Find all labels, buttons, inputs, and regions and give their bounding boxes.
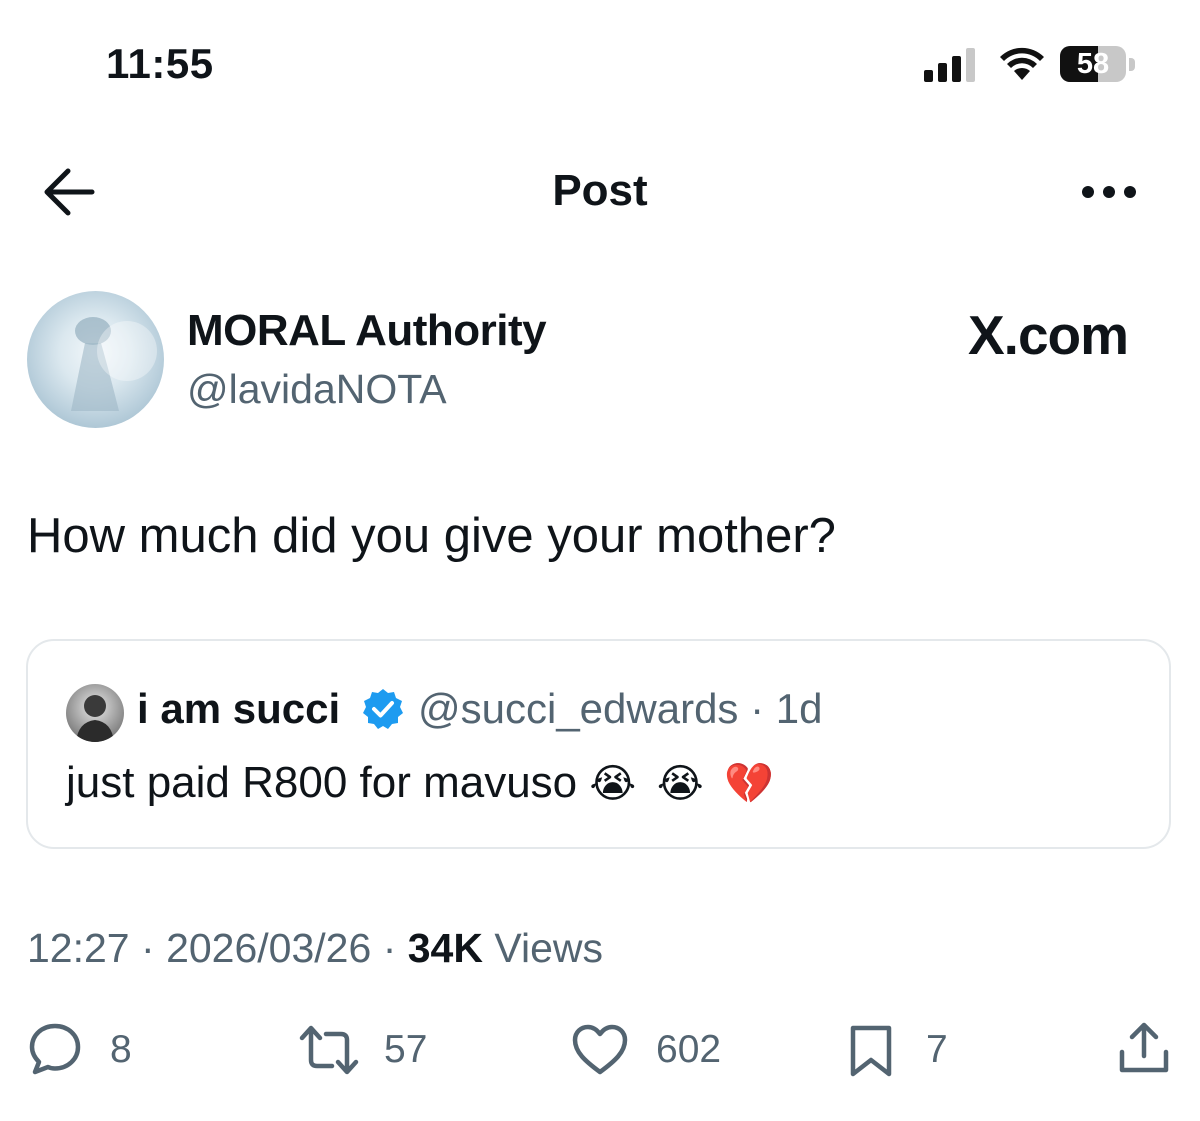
more-icon[interactable] — [1080, 180, 1138, 204]
quoted-post-card[interactable] — [26, 639, 1171, 849]
avatar-figure — [71, 317, 157, 411]
post-date: 2026/03/26 — [166, 925, 372, 971]
quoted-post-emojis: 😭 😭 💔 — [589, 761, 779, 807]
share-icon[interactable] — [1117, 1020, 1171, 1076]
post-time: 12:27 — [27, 925, 130, 971]
status-time: 11:55 — [106, 40, 214, 87]
quoted-author-handle[interactable]: @succi_edwards — [418, 685, 738, 732]
reply-count: 8 — [110, 1028, 132, 1071]
repost-icon[interactable] — [298, 1022, 360, 1078]
like-icon[interactable] — [571, 1022, 629, 1078]
quoted-handle-line: @succi_edwards · 1d — [418, 685, 823, 733]
verified-icon — [363, 689, 403, 729]
meta-separator: · — [382, 925, 397, 971]
bookmark-icon[interactable] — [845, 1022, 897, 1078]
battery-level: 58 — [1076, 48, 1110, 80]
author-avatar[interactable] — [27, 291, 164, 428]
post-text: How much did you give your mother? — [27, 509, 836, 563]
battery-icon: 58 — [1060, 46, 1138, 84]
post-meta: 12:27 · 2026/03/26 · 34K Views — [27, 925, 603, 972]
author-name[interactable]: MORAL Authority — [187, 306, 547, 356]
quoted-avatar-figure — [76, 695, 114, 742]
brand-watermark: X.com — [968, 304, 1129, 366]
quoted-post-age: 1d — [775, 685, 823, 732]
repost-count: 57 — [384, 1028, 428, 1071]
author-handle[interactable]: @lavidaNOTA — [187, 366, 447, 413]
battery-cap — [1129, 58, 1135, 71]
views-label: Views — [494, 925, 604, 971]
quoted-author-name[interactable]: i am succi — [137, 685, 340, 733]
wifi-icon — [1000, 47, 1044, 80]
bookmark-count: 7 — [926, 1028, 948, 1071]
views-count[interactable]: 34K — [408, 925, 483, 971]
reply-icon[interactable] — [27, 1020, 83, 1076]
quoted-post-text: just paid R800 for mavuso — [66, 758, 578, 807]
like-count: 602 — [656, 1028, 722, 1071]
cell-signal-icon — [924, 48, 975, 82]
page-title: Post — [552, 166, 648, 215]
quoted-post-text-line: just paid R800 for mavuso 😭 😭 💔 — [66, 758, 778, 808]
meta-separator: · — [141, 925, 155, 971]
quoted-separator: · — [750, 685, 765, 732]
quoted-author-avatar[interactable] — [66, 684, 124, 742]
